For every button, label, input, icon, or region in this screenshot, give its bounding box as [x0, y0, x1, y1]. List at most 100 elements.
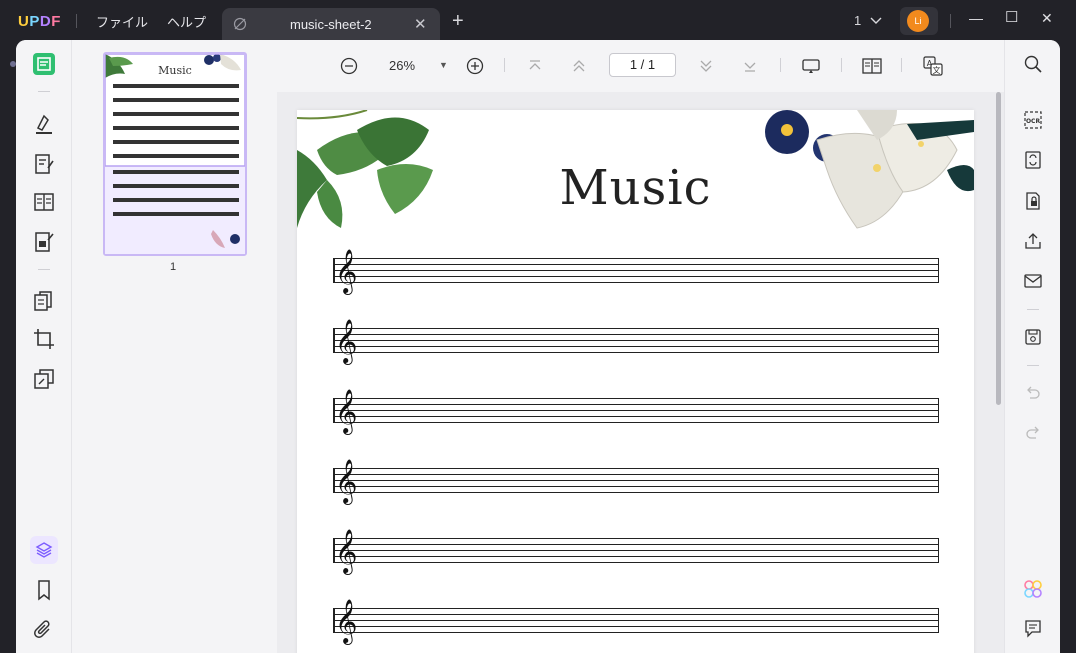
page-layout-icon[interactable] — [862, 56, 882, 76]
protect-icon[interactable] — [1023, 191, 1043, 211]
comment-list-icon[interactable] — [1023, 618, 1043, 638]
save-icon[interactable] — [1023, 327, 1043, 347]
zoom-in-icon[interactable] — [465, 56, 485, 76]
thumbnail-page-number: 1 — [170, 261, 177, 273]
treble-clef-icon: 𝄞 — [335, 599, 358, 643]
document-title: Music — [559, 160, 712, 216]
right-toolbar: OCR — [1004, 40, 1060, 653]
cloud-off-icon — [233, 17, 247, 31]
staff-end-barline — [937, 608, 939, 633]
layers-button[interactable] — [30, 536, 58, 564]
right-divider — [1027, 309, 1039, 310]
treble-clef-icon: 𝄞 — [335, 249, 358, 293]
staff-line — [333, 276, 939, 277]
reader-mode-icon[interactable] — [32, 52, 56, 76]
logo-letter-p: P — [29, 13, 40, 30]
staff-line — [333, 264, 939, 265]
staff-line — [333, 340, 939, 341]
staff-line — [333, 562, 939, 563]
right-divider-2 — [1027, 365, 1039, 366]
vertical-scrollbar[interactable] — [996, 92, 1001, 405]
attachment-icon[interactable] — [32, 618, 56, 642]
app-window: Music 1 26% ▼ 1 / 1 A 文 Music 𝄞 𝄞 𝄞 𝄞 𝄞 … — [16, 40, 1060, 653]
logo-letter-d: D — [39, 13, 52, 30]
thumbnail-panel: Music 1 — [73, 40, 277, 653]
maximize-button[interactable]: ☐ — [1005, 8, 1018, 26]
staff-line — [333, 422, 939, 423]
first-page-icon[interactable] — [525, 56, 545, 76]
minimize-button[interactable]: — — [969, 10, 983, 26]
tab-close-icon[interactable]: ✕ — [414, 15, 427, 33]
svg-text:文: 文 — [933, 65, 941, 75]
ai-assistant-icon[interactable] — [1023, 579, 1043, 599]
toolbar-divider-3 — [841, 58, 842, 72]
staff-line — [333, 550, 939, 551]
staff-line — [333, 328, 939, 329]
thumbnail-preview: Music — [105, 54, 245, 254]
staff-line — [333, 608, 939, 609]
avatar: Li — [907, 10, 929, 32]
music-staff: 𝄞 — [333, 319, 939, 363]
staff-line — [333, 556, 939, 557]
staff-line — [333, 258, 939, 259]
staff-line — [333, 538, 939, 539]
slideshow-icon[interactable] — [801, 56, 821, 76]
music-staff: 𝄞 — [333, 529, 939, 573]
document-viewer[interactable]: 26% ▼ 1 / 1 A文 Music 𝄞 𝄞 𝄞 𝄞 𝄞 𝄞 — [277, 40, 1004, 653]
layers-icon — [35, 542, 53, 558]
translate-icon[interactable]: A文 — [923, 56, 943, 76]
staff-line — [333, 486, 939, 487]
view-toolbar: 26% ▼ 1 / 1 A文 — [277, 40, 1004, 92]
edit-pdf-icon[interactable] — [32, 152, 56, 176]
treble-clef-icon: 𝄞 — [335, 389, 358, 433]
logo-letter-u: U — [18, 13, 30, 30]
email-icon[interactable] — [1023, 271, 1043, 291]
staff-line — [333, 334, 939, 335]
close-window-button[interactable]: ✕ — [1041, 10, 1053, 27]
zoom-out-icon[interactable] — [339, 56, 359, 76]
page-number-input[interactable]: 1 / 1 — [609, 53, 676, 77]
previous-page-icon[interactable] — [569, 56, 589, 76]
staff-end-barline — [937, 328, 939, 353]
staff-line — [333, 474, 939, 475]
staff-line — [333, 468, 939, 469]
page-tools-icon[interactable] — [32, 289, 56, 313]
zoom-dropdown-icon[interactable]: ▼ — [439, 60, 448, 70]
bookmark-icon[interactable] — [32, 578, 56, 602]
treble-clef-icon: 𝄞 — [335, 459, 358, 503]
compress-icon[interactable] — [32, 367, 56, 391]
undo-icon[interactable] — [1023, 384, 1043, 404]
updf-logo[interactable]: UPDF — [18, 13, 61, 30]
search-icon[interactable] — [1023, 54, 1043, 74]
page-thumbnail-1[interactable]: Music — [103, 52, 247, 256]
staff-end-barline — [937, 468, 939, 493]
convert-icon[interactable] — [1023, 150, 1043, 170]
last-page-icon[interactable] — [740, 56, 760, 76]
logo-letter-f: F — [51, 13, 61, 30]
chevron-down-icon — [870, 17, 882, 24]
account-button[interactable]: Li — [900, 7, 938, 35]
left-divider — [38, 91, 50, 92]
document-tab[interactable]: music-sheet-2 ✕ — [222, 8, 440, 40]
window-count-dropdown[interactable]: 1 — [854, 13, 882, 28]
comment-highlighter-icon[interactable] — [32, 112, 56, 136]
organize-pages-icon[interactable] — [32, 190, 56, 214]
share-icon[interactable] — [1023, 231, 1043, 251]
zoom-level[interactable]: 26% — [389, 58, 415, 73]
menu-help[interactable]: ヘルプ — [167, 12, 206, 31]
staff-line — [333, 632, 939, 633]
redo-icon[interactable] — [1023, 424, 1043, 444]
left-toolbar — [16, 40, 72, 653]
next-page-icon[interactable] — [696, 56, 716, 76]
staff-line — [333, 626, 939, 627]
music-staff: 𝄞 — [333, 389, 939, 433]
new-tab-button[interactable]: + — [452, 11, 464, 31]
fill-sign-icon[interactable] — [32, 230, 56, 254]
crop-icon[interactable] — [32, 327, 56, 351]
ocr-icon[interactable]: OCR — [1023, 110, 1043, 130]
staff-line — [333, 398, 939, 399]
staff-line — [333, 410, 939, 411]
staff-end-barline — [937, 538, 939, 563]
music-staff: 𝄞 — [333, 459, 939, 503]
menu-file[interactable]: ファイル — [96, 12, 148, 31]
